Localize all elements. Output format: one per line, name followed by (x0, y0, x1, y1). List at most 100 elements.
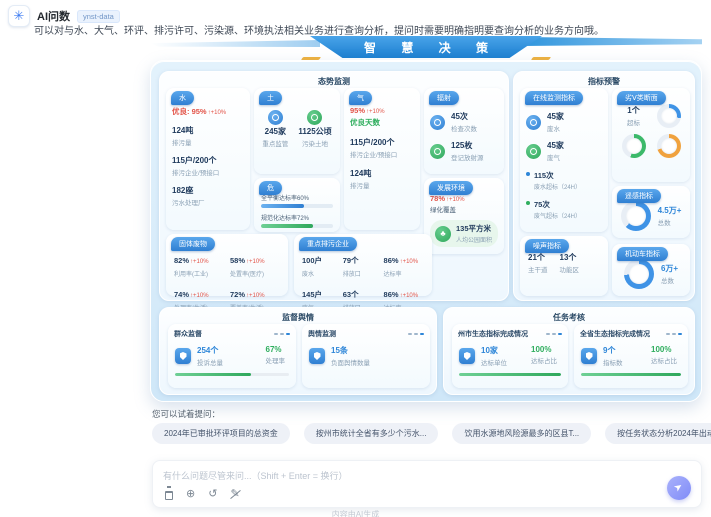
message-input[interactable] (163, 467, 593, 485)
stat: 115户/200个 排污企业/预接口 (350, 137, 414, 159)
dashboard-banner: 智 慧 决 策 (150, 36, 702, 62)
shield-icon (175, 348, 191, 364)
card-solid-waste: 固体废物 82%↑+10% 利用率(工业) 58%↑+10% 处置率(医疗) 7… (166, 234, 288, 296)
stat: 45家 废水 (526, 111, 602, 133)
mini-card-controls (666, 333, 682, 335)
stat: 6万+ 总数 (661, 263, 678, 285)
badge-inferior-v: 劣Ⅴ类断面 (617, 91, 666, 105)
hazard-bar: 全平衡达标率60% (261, 193, 333, 208)
panel-title: 指标预警 (514, 76, 694, 87)
panel-situation-monitoring: 态势监测 水 优良: 95%↑+10% 124吨 排污量 115户/200个 排… (159, 71, 509, 301)
mini-card-controls (546, 333, 562, 335)
history-icon[interactable]: ↺ (208, 489, 217, 500)
badge-online-monitoring: 在线监测指标 (525, 91, 583, 105)
gauge-green (622, 134, 646, 158)
ai-disclaimer: 内容由AI生成 (0, 509, 711, 517)
stat: 75次 废气超标（24H） (526, 199, 602, 220)
card-province-indicators: 全省生态指标完成情况 9个 指标数 100% 达标占比 (574, 324, 688, 388)
card-soil: 土 245家 重点监管 1125公顷 污染土地 (254, 88, 340, 174)
panel-title: 监督舆情 (160, 312, 436, 323)
progress-bar (175, 373, 289, 376)
stat: 10家 达标单位 (481, 345, 507, 367)
progress-bar (459, 373, 561, 376)
bot-title: AI问数 (37, 8, 70, 24)
bullet-dot (526, 172, 530, 176)
stat: 124吨 排污量 (350, 168, 414, 190)
shield-icon (581, 348, 597, 364)
stat: 182座 污水处理厂 (172, 185, 244, 207)
gauge-orange (657, 134, 681, 158)
smart-decision-dashboard: 智 慧 决 策 态势监测 水 优良: 95%↑+10% 124吨 排污量 (150, 36, 710, 404)
clear-chat-icon[interactable] (165, 490, 173, 500)
stat: 13个 功能区 (560, 252, 580, 296)
bot-avatar: ✳ (8, 5, 30, 27)
stat: 86%↑+10% 达标率 (384, 250, 424, 278)
suggestion-chip[interactable]: 按任务状态分析2024年出动执... (605, 423, 711, 444)
banner-left-wing (150, 40, 320, 47)
pen-disabled-icon[interactable]: ✎ (230, 489, 239, 500)
card-key-polluters: 重点排污企业 100户 废水 79个 排放口 86%↑+10% 达标率 145 (294, 234, 432, 296)
badge-noise: 噪声指标 (525, 239, 569, 253)
banner-title-plate: 智 慧 决 策 (310, 36, 542, 58)
badge-soil: 土 (259, 91, 282, 105)
card-air: 气 95%↑+10% 优良天数 115户/200个 排污企业/预接口 124吨 … (344, 88, 420, 230)
chat-page: ✳ AI问数 ynst-data 可以对与水、大气、环评、排污许可、污染源、环境… (0, 0, 711, 517)
badge-hazard: 危 (259, 181, 282, 195)
air-quality-label: 优良天数 (350, 117, 414, 128)
stat: 15条 负面舆情数量 (331, 345, 370, 367)
water-quality-value: 95% (192, 107, 207, 116)
badge-key-polluters: 重点排污企业 (299, 237, 357, 251)
panel-title: 任务考核 (444, 312, 694, 323)
banner-title: 智 慧 决 策 (353, 39, 499, 56)
gauge-motor-vehicle (624, 259, 654, 289)
water-quality-delta: ↑+10% (208, 110, 227, 116)
stat: 245家 重点监管 (262, 108, 288, 148)
suggestion-chip[interactable]: 按州市统计全省有多少个污水... (304, 423, 439, 444)
stat: 1125公顷 污染土地 (298, 108, 331, 148)
panel-indicator-warning: 指标预警 在线监测指标 45家 废水 45家 废气 (513, 71, 695, 301)
park-area-chip: ♣ 135平方米 人均公园面积 (430, 220, 498, 247)
gauge-blue (657, 104, 681, 128)
green-coverage-label: 绿化覆盖 (430, 204, 498, 214)
stat: 125枚 登记放射源 (430, 140, 498, 162)
source-icon (430, 144, 445, 159)
stat: 100户 废水 (302, 250, 339, 278)
badge-radiation: 辐射 (429, 91, 459, 105)
attach-icon[interactable]: ⊕ (186, 489, 195, 500)
stat: 115次 废水超标（24H） (526, 170, 602, 191)
card-water: 水 优良: 95%↑+10% 124吨 排污量 115户/200个 排污企业/预… (166, 88, 250, 230)
badge-solid-waste: 固体废物 (171, 237, 215, 251)
card-public-supervision: 群众监督 254个 投诉总量 67% 处理率 (168, 324, 296, 388)
badge-motor-vehicle: 机动车指标 (617, 247, 668, 261)
suggestion-chips: 2024年已审批环评项目的总资金 按州市统计全省有多少个污水... 饮用水源地风… (152, 423, 704, 444)
input-toolbar: ⊕ ↺ ✎ (165, 489, 240, 500)
stat: 100% 达标占比 (651, 345, 677, 367)
stat: 9个 指标数 (603, 345, 623, 367)
water-quality-prefix: 优良: (172, 107, 190, 116)
card-online-monitoring: 在线监测指标 45家 废水 45家 废气 (520, 88, 608, 232)
mini-card-title: 舆情监测 (308, 329, 336, 339)
mini-card-controls (274, 333, 290, 335)
panel-task-assessment: 任务考核 州市生态指标完成情况 10家 达标单位 (443, 307, 695, 395)
card-motor-vehicle: 机动车指标 6万+ 总数 (612, 244, 690, 296)
card-inferior-v-sections: 劣Ⅴ类断面 1个 超标 (612, 88, 690, 182)
suggestion-chip[interactable]: 2024年已审批环评项目的总资金 (152, 423, 290, 444)
stat: 79个 排放口 (343, 250, 380, 278)
wastewater-icon (526, 115, 541, 130)
stat: 21个 主干道 (528, 252, 548, 296)
exhaust-icon (526, 144, 541, 159)
chat-header: ✳ AI问数 ynst-data (8, 5, 120, 27)
card-noise: 噪声指标 21个 主干道 13个 功能区 (520, 236, 608, 296)
badge-water: 水 (171, 91, 194, 105)
stat: 124吨 排污量 (172, 125, 244, 147)
bot-tag-badge: ynst-data (77, 10, 120, 23)
stat: 58%↑+10% 处置率(医疗) (230, 250, 280, 278)
bullet-dot (526, 201, 530, 205)
mini-card-title: 州市生态指标完成情况 (458, 329, 528, 339)
badge-remote-sensing: 遥感指标 (617, 189, 661, 203)
suggestion-chip[interactable]: 饮用水源地风险源最多的区县T... (452, 423, 591, 444)
send-button[interactable]: ➤ (667, 476, 691, 500)
dashboard-body: 态势监测 水 优良: 95%↑+10% 124吨 排污量 115户/200个 排… (150, 60, 702, 402)
badge-air: 气 (349, 91, 372, 105)
card-development-environment: 发展环境 78%↑+10% 绿化覆盖 ♣ 135平方米 人均公园面积 (424, 178, 504, 254)
